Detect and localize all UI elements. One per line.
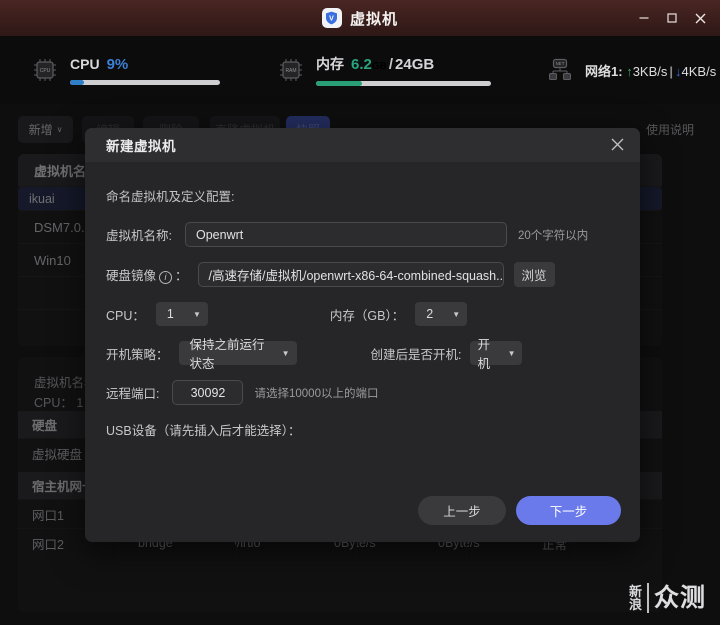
usb-device-row: USB设备（请先插入后才能选择）：	[106, 420, 619, 439]
maximize-button[interactable]	[658, 4, 686, 32]
memory-used-unit: GB	[372, 61, 387, 72]
ram-chip-icon: RAM	[278, 57, 304, 83]
memory-progress-fill	[316, 81, 362, 86]
close-button[interactable]	[686, 4, 714, 32]
disk-image-label-text: 硬盘镜像	[106, 269, 156, 283]
disk-image-input[interactable]: /高速存储/虚拟机/openwrt-x86-64-combined-squash…	[198, 262, 504, 287]
memory-progress-track	[316, 81, 491, 86]
disk-image-colon: ：	[175, 269, 188, 283]
network-label: 网络1:	[585, 64, 623, 79]
window-title-group: V 虚拟机	[322, 8, 398, 29]
usb-device-label: USB设备（请先插入后才能选择）：	[106, 420, 300, 439]
cpu-select-value: 1	[167, 307, 174, 321]
vm-name-label: 虚拟机名称:	[106, 225, 172, 244]
watermark-right: 众测	[654, 585, 706, 612]
next-step-button[interactable]: 下一步	[516, 496, 621, 525]
dialog-intro-text: 命名虚拟机及定义配置:	[106, 186, 619, 205]
remote-port-hint: 请选择10000以上的端口	[254, 385, 378, 401]
window-titlebar: V 虚拟机	[0, 0, 720, 36]
new-vm-dialog: 新建虚拟机 命名虚拟机及定义配置: 虚拟机名称: Openwrt 20个字符以内…	[85, 128, 640, 542]
net-chip-icon: NET	[547, 57, 573, 83]
vm-name-input[interactable]: Openwrt	[185, 222, 507, 247]
vm-name-hint: 20个字符以内	[518, 227, 588, 243]
boot-after-create-select[interactable]: 开机 ▼	[470, 341, 522, 365]
window-controls	[630, 0, 714, 36]
disk-image-label: 硬盘镜像i：	[106, 265, 188, 284]
vm-name-row: 虚拟机名称: Openwrt 20个字符以内	[106, 222, 619, 247]
chevron-down-icon: ▼	[508, 349, 516, 358]
browse-button[interactable]: 浏览	[514, 262, 555, 287]
memory-select[interactable]: 2 ▼	[415, 302, 467, 326]
close-icon[interactable]	[610, 137, 626, 153]
cpu-progress-fill	[70, 80, 84, 85]
network-stat: NET 网络1: ↑3KB/s|↓4KB/s	[547, 57, 716, 83]
previous-step-button[interactable]: 上一步	[418, 496, 506, 525]
memory-stat-body: 内存 6.2 GB / 24 GB	[316, 54, 491, 86]
svg-text:CPU: CPU	[40, 68, 51, 74]
info-icon[interactable]: i	[159, 271, 172, 284]
memory-total-unit: GB	[412, 56, 435, 73]
remote-port-label: 远程端口:	[106, 383, 159, 402]
cpu-stat: CPU CPU 9%	[32, 56, 220, 85]
network-down-value: 4KB/s	[682, 64, 717, 79]
window-title: 虚拟机	[350, 8, 398, 29]
watermark: 新 浪 众测	[629, 583, 706, 613]
system-stats-bar: CPU CPU 9%	[0, 36, 720, 104]
svg-text:NET: NET	[556, 61, 565, 66]
cpu-stat-line: CPU 9%	[70, 56, 220, 73]
memory-stat: RAM 内存 6.2 GB / 24 GB	[278, 54, 491, 86]
network-pipe: |	[669, 64, 673, 79]
svg-text:RAM: RAM	[285, 68, 296, 74]
cpu-label: CPU	[70, 56, 100, 72]
network-up-value: 3KB/s	[633, 64, 668, 79]
remote-port-input[interactable]: 30092	[172, 380, 243, 405]
cpu-progress-track	[70, 80, 220, 85]
memory-label: 内存	[316, 54, 344, 74]
cpu-chip-icon: CPU	[32, 57, 58, 83]
cpu-stat-body: CPU 9%	[70, 56, 220, 85]
chevron-down-icon: ▼	[452, 310, 460, 319]
disk-image-row: 硬盘镜像i： /高速存储/虚拟机/openwrt-x86-64-combined…	[106, 262, 619, 287]
remote-port-row: 远程端口: 30092 请选择10000以上的端口	[106, 380, 619, 405]
dialog-header: 新建虚拟机	[85, 128, 640, 162]
memory-stat-line: 内存 6.2 GB / 24 GB	[316, 54, 491, 74]
network-stat-body: 网络1: ↑3KB/s|↓4KB/s	[585, 61, 716, 80]
memory-total-value: 24	[395, 56, 412, 73]
dialog-body: 命名虚拟机及定义配置: 虚拟机名称: Openwrt 20个字符以内 硬盘镜像i…	[85, 162, 640, 542]
boot-policy-value: 保持之前运行状态	[190, 334, 270, 372]
dialog-footer: 上一步 下一步	[85, 480, 640, 542]
memory-label: 内存（GB）：	[330, 305, 404, 324]
virtual-machine-app-window: V 虚拟机	[0, 0, 720, 625]
minimize-button[interactable]	[630, 4, 658, 32]
chevron-down-icon: ▼	[193, 310, 201, 319]
boot-policy-label: 开机策略：	[106, 344, 169, 363]
boot-after-create-label: 创建后是否开机:	[371, 344, 462, 363]
boot-after-create-value: 开机	[478, 334, 496, 372]
chevron-down-icon: ▼	[282, 349, 290, 358]
boot-policy-select[interactable]: 保持之前运行状态 ▼	[179, 341, 297, 365]
cpu-memory-row: CPU： 1 ▼ 内存（GB）： 2 ▼	[106, 302, 619, 326]
boot-policy-row: 开机策略： 保持之前运行状态 ▼ 创建后是否开机: 开机 ▼	[106, 341, 619, 365]
memory-used-value: 6.2	[351, 56, 372, 73]
svg-text:V: V	[330, 15, 335, 22]
watermark-left-bottom: 浪	[629, 598, 642, 611]
dialog-title: 新建虚拟机	[106, 135, 176, 155]
cpu-select[interactable]: 1 ▼	[156, 302, 208, 326]
vm-shield-icon: V	[322, 8, 342, 28]
watermark-divider	[647, 583, 649, 613]
cpu-label: CPU：	[106, 305, 145, 324]
cpu-value: 9%	[107, 56, 129, 73]
network-stat-line: 网络1: ↑3KB/s|↓4KB/s	[585, 61, 716, 80]
watermark-left: 新 浪	[629, 585, 642, 611]
memory-separator: /	[389, 56, 393, 73]
memory-select-value: 2	[426, 307, 433, 321]
